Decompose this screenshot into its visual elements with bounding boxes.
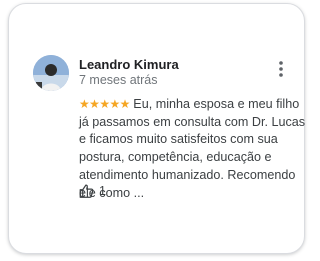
star-rating: ★★★★★ — [79, 97, 130, 111]
review-author-name[interactable]: Leandro Kimura — [79, 57, 179, 72]
review-text-block: ★★★★★ Eu, minha esposa e meu filho já pa… — [79, 96, 307, 202]
more-options-button[interactable] — [271, 58, 291, 80]
review-text: Eu, minha esposa e meu filho já passamos… — [79, 97, 306, 200]
review-date: 7 meses atrás — [79, 73, 158, 87]
review-card: Leandro Kimura 7 meses atrás ★★★★★ Eu, m… — [8, 3, 305, 254]
more-vert-icon — [279, 61, 283, 77]
avatar[interactable] — [33, 55, 69, 91]
like-count: 1 — [99, 184, 106, 198]
thumb-up-icon — [79, 184, 94, 198]
avatar-photo — [33, 55, 69, 91]
like-button[interactable]: 1 — [79, 184, 106, 198]
